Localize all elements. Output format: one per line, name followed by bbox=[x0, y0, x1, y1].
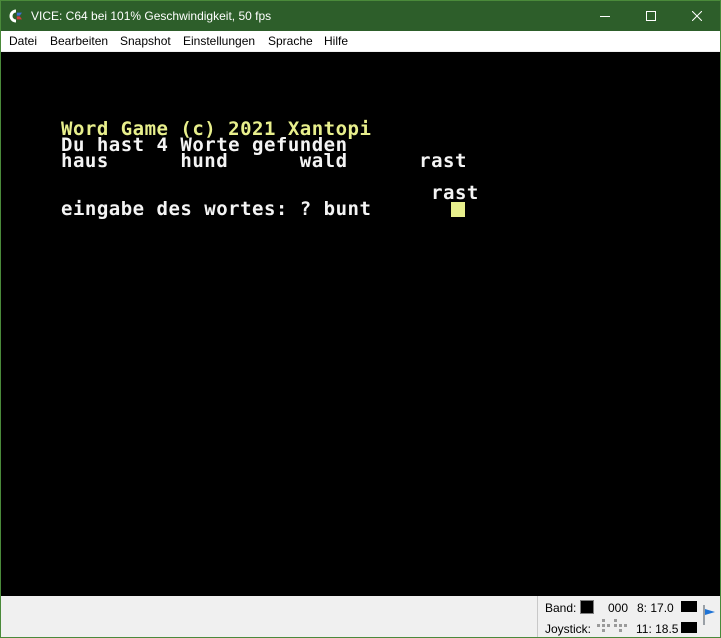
minimize-icon bbox=[600, 16, 610, 17]
menu-bar: Datei Bearbeiten Snapshot Einstellungen … bbox=[1, 31, 720, 51]
menu-sprache[interactable]: Sprache bbox=[268, 34, 313, 48]
input-prompt-line: eingabe des wortes: ? bunt bbox=[61, 198, 372, 220]
menu-hilfe[interactable]: Hilfe bbox=[324, 34, 348, 48]
maximize-icon bbox=[646, 11, 656, 21]
tape-label: Band: bbox=[545, 601, 577, 615]
status-bar: Band: 000 8: 17.0 Joystick: 11: 18.5 bbox=[1, 596, 720, 637]
found-words-line: haus hund wald rast bbox=[61, 150, 467, 172]
tape-counter: 000 bbox=[608, 601, 629, 615]
volume-icon[interactable] bbox=[701, 604, 717, 626]
title-bar[interactable]: VICE: C64 bei 101% Geschwindigkeit, 50 f… bbox=[1, 1, 720, 31]
drive8-led bbox=[681, 601, 697, 612]
status-divider bbox=[537, 596, 538, 637]
window-title: VICE: C64 bei 101% Geschwindigkeit, 50 f… bbox=[31, 9, 272, 23]
joystick-label: Joystick: bbox=[545, 622, 592, 636]
minimize-button[interactable] bbox=[582, 1, 628, 31]
drive8-status: 8: 17.0 bbox=[637, 601, 674, 615]
menu-datei[interactable]: Datei bbox=[9, 34, 37, 48]
vice-window: VICE: C64 bei 101% Geschwindigkeit, 50 f… bbox=[0, 0, 721, 638]
tape-status-icon[interactable] bbox=[580, 600, 594, 614]
close-icon bbox=[692, 11, 702, 21]
close-button[interactable] bbox=[674, 1, 720, 31]
drive11-led bbox=[681, 622, 697, 633]
block-cursor bbox=[451, 202, 465, 217]
menu-snapshot[interactable]: Snapshot bbox=[120, 34, 171, 48]
menu-einstellungen[interactable]: Einstellungen bbox=[183, 34, 255, 48]
commodore-logo-icon bbox=[9, 9, 22, 23]
drive11-status: 11: 18.5 bbox=[636, 622, 679, 636]
maximize-button[interactable] bbox=[628, 1, 674, 31]
menu-bearbeiten[interactable]: Bearbeiten bbox=[50, 34, 108, 48]
emulator-screen[interactable]: Word Game (c) 2021 Xantopi Du hast 4 Wor… bbox=[1, 52, 720, 596]
